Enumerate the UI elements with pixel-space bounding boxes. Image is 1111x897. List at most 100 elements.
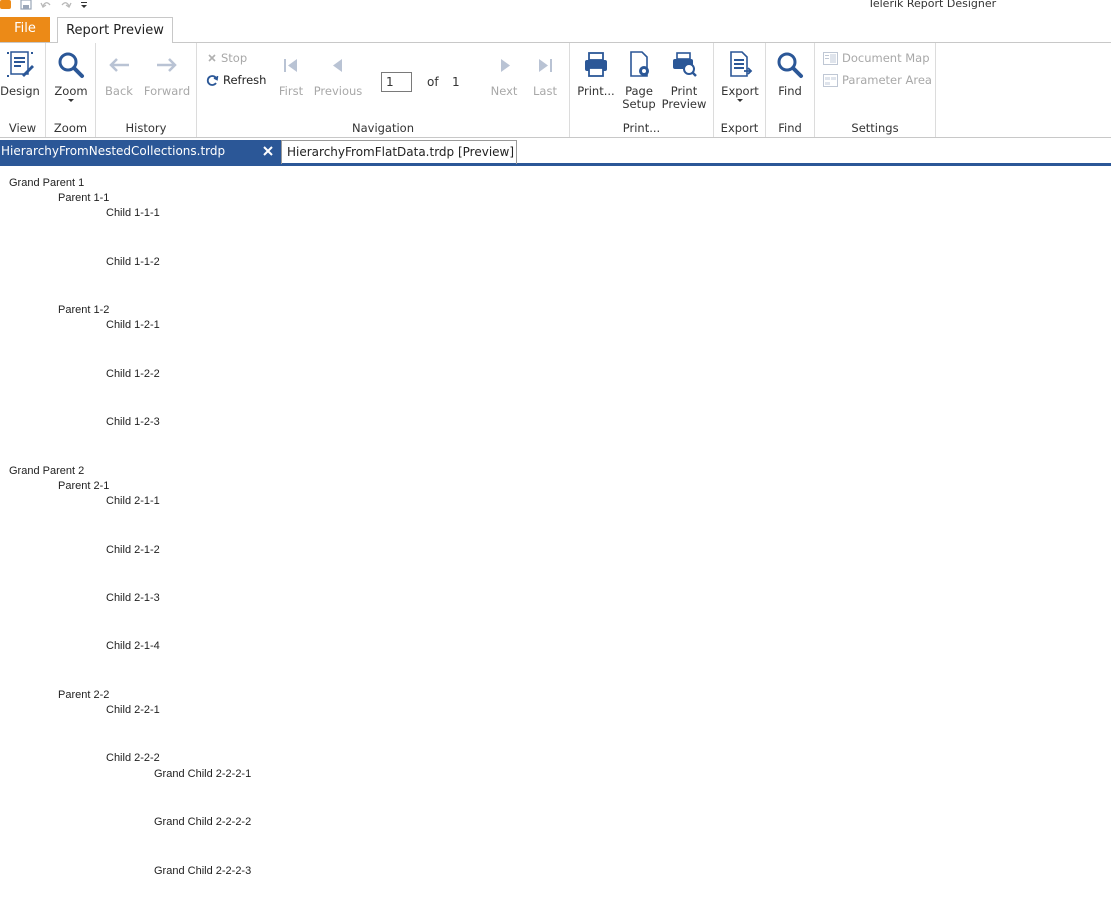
printer-icon [585, 52, 607, 77]
of-label: of [427, 75, 439, 89]
stop-icon [208, 54, 216, 62]
report-line: Grand Child 2-2-2-1 [154, 768, 252, 780]
report-line: Parent 2-2 [58, 689, 110, 701]
report-line: Child 1-2-2 [106, 368, 160, 380]
report-line: Child 1-2-1 [106, 319, 160, 331]
design-button[interactable]: Design [0, 49, 40, 98]
group-label-navigation: Navigation [351, 121, 415, 135]
print-preview-button[interactable]: Print Preview [661, 49, 707, 111]
parameter-area-button[interactable]: Parameter Area [823, 73, 932, 87]
group-export: Export Export [714, 43, 766, 137]
group-label-settings: Settings [851, 121, 899, 135]
previous-page-button[interactable]: Previous [313, 49, 363, 98]
report-line: Parent 1-2 [58, 304, 110, 316]
customize-qat-icon[interactable] [80, 0, 92, 9]
next-page-icon [501, 59, 510, 72]
export-dropdown-arrow-icon [737, 99, 743, 102]
report-line: Parent 2-1 [58, 480, 110, 492]
page-setup-label-line2: Setup [622, 97, 656, 111]
print-preview-label-line2: Preview [661, 97, 707, 111]
zoom-button[interactable]: Zoom [51, 49, 91, 102]
export-label: Export [721, 84, 759, 98]
export-button[interactable]: Export [720, 49, 760, 102]
save-icon[interactable] [20, 0, 32, 10]
design-label: Design [0, 84, 40, 98]
tab-file[interactable]: File [0, 17, 50, 42]
forward-button[interactable]: Forward [142, 49, 192, 98]
last-label: Last [533, 84, 557, 98]
back-label: Back [105, 84, 133, 98]
group-settings: Document Map Parameter Area Settings [815, 43, 936, 137]
report-line: Grand Child 2-2-2-2 [154, 816, 252, 828]
ribbon-tab-strip: File Report Preview [0, 17, 1111, 44]
next-page-button[interactable]: Next [489, 49, 519, 98]
group-history: Back Forward History [96, 43, 197, 137]
document-map-icon [823, 51, 838, 65]
close-icon[interactable] [262, 145, 274, 157]
group-label-export: Export [720, 121, 759, 135]
first-page-icon [284, 59, 297, 72]
report-line: Child 1-2-3 [106, 416, 160, 428]
document-map-button[interactable]: Document Map [823, 51, 930, 65]
app-icon [0, 0, 12, 9]
report-line: Child 2-1-3 [106, 592, 160, 604]
stop-label: Stop [221, 51, 248, 65]
refresh-label: Refresh [223, 73, 267, 87]
undo-icon[interactable] [40, 0, 52, 9]
report-line: Grand Parent 1 [9, 177, 85, 189]
group-find: Find Find [766, 43, 815, 137]
doc-tab-label: HierarchyFromFlatData.trdp [Preview] [287, 145, 515, 159]
find-icon [777, 52, 803, 78]
first-page-button[interactable]: First [275, 49, 307, 98]
parameter-area-label: Parameter Area [842, 73, 932, 87]
report-line: Grand Child 2-2-2-3 [154, 865, 252, 877]
zoom-icon [58, 52, 84, 78]
quick-access-toolbar [0, 0, 100, 10]
refresh-icon [206, 74, 219, 86]
design-icon [7, 51, 34, 77]
page-setup-button[interactable]: Page Setup [621, 49, 657, 111]
app-title: Telerik Report Designer [868, 0, 997, 10]
document-map-label: Document Map [842, 51, 930, 65]
print-button[interactable]: Print... [576, 49, 616, 98]
find-button[interactable]: Find [770, 49, 810, 98]
document-tab-strip: HierarchyFromNestedCollections.trdp [Pre… [0, 140, 1111, 181]
report-line: Child 2-2-1 [106, 704, 160, 716]
print-label: Print... [577, 84, 615, 98]
report-line: Grand Parent 2 [9, 465, 85, 477]
last-page-icon [539, 59, 552, 72]
total-pages: 1 [452, 75, 460, 89]
group-print: Print... Page Setup Print Preview Print.… [570, 43, 714, 137]
parameter-area-icon [823, 73, 838, 87]
stop-button[interactable]: Stop [207, 51, 247, 65]
doc-tab-nested-collections[interactable]: HierarchyFromNestedCollections.trdp [Pre… [0, 140, 281, 181]
group-view: Design View [0, 43, 46, 137]
tab-report-preview[interactable]: Report Preview [57, 17, 173, 44]
group-label-zoom: Zoom [53, 121, 88, 135]
redo-icon[interactable] [60, 0, 72, 9]
back-button[interactable]: Back [101, 49, 137, 98]
doc-tab-flat-data[interactable]: HierarchyFromFlatData.trdp [Preview] [281, 140, 517, 164]
ribbon: Design View Zoom Zoom Back Forward Histo… [0, 43, 1111, 138]
refresh-button[interactable]: Refresh [206, 73, 266, 87]
page-number-input[interactable]: 1 [381, 72, 412, 92]
previous-label: Previous [313, 84, 363, 98]
group-zoom: Zoom Zoom [46, 43, 96, 137]
report-line: Parent 1-1 [58, 192, 110, 204]
group-label-print: Print... [622, 121, 661, 135]
report-preview-area: Grand Parent 1 Parent 1-1 Child 1-1-1 Ch… [0, 168, 1111, 897]
report-line: Child 2-1-2 [106, 544, 160, 556]
zoom-dropdown-arrow-icon [68, 99, 74, 102]
report-line: Child 1-1-1 [106, 207, 160, 219]
previous-page-icon [333, 59, 342, 72]
group-label-history: History [125, 121, 167, 135]
back-arrow-icon [109, 58, 129, 72]
zoom-label: Zoom [54, 84, 88, 98]
forward-arrow-icon [157, 58, 177, 72]
print-preview-icon [673, 52, 697, 77]
next-label: Next [490, 84, 518, 98]
print-preview-label-line1: Print [670, 84, 698, 98]
report-line: Child 1-1-2 [106, 256, 160, 268]
last-page-button[interactable]: Last [529, 49, 561, 98]
export-icon [730, 51, 753, 77]
